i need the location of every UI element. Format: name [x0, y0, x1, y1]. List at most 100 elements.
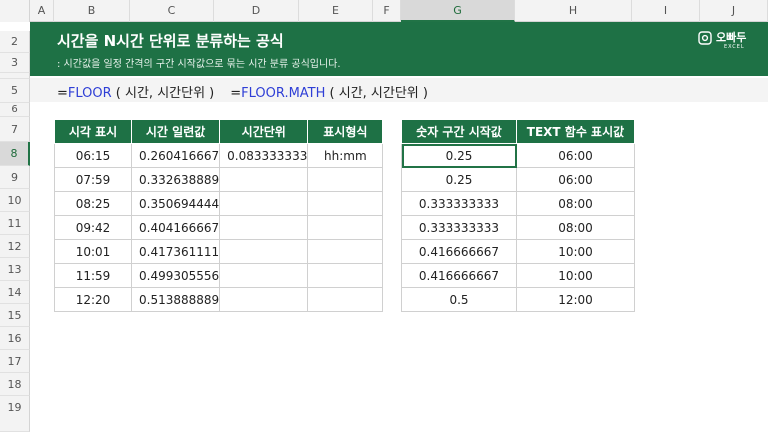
formula1-equals: =	[57, 86, 68, 101]
column-header-a[interactable]: A	[30, 0, 54, 22]
cell-unit[interactable]	[219, 167, 309, 192]
table-row: 09:42 0.404166667	[54, 215, 384, 240]
cell-interval-start[interactable]: 0.5	[401, 287, 517, 312]
row-header-7[interactable]: 7	[0, 117, 30, 142]
table-header-row: 시각 표시 시간 일련값 시간단위 표시형식	[54, 119, 384, 144]
result-table: 숫자 구간 시작값 TEXT 함수 표시값 0.25 06:00 0.25 06…	[401, 119, 635, 312]
page-subtitle: : 시간값을 일정 간격의 구간 시작값으로 묶는 시간 분류 공식입니다.	[57, 59, 341, 70]
formula2-function-name: FLOOR.MATH	[241, 86, 326, 101]
cell-format[interactable]	[307, 239, 384, 264]
table-row: 0.5 12:00	[401, 287, 635, 312]
cell-serial[interactable]: 0.332638889	[130, 167, 221, 192]
column-header-e[interactable]: E	[299, 0, 373, 22]
header-time-serial[interactable]: 시간 일련값	[130, 119, 221, 144]
row-header-3[interactable]: 3	[0, 53, 30, 73]
cell-unit[interactable]	[219, 215, 309, 240]
row-header-10[interactable]: 10	[0, 189, 30, 212]
cell-time[interactable]: 10:01	[54, 239, 132, 264]
row-header-19[interactable]: 19	[0, 396, 30, 432]
table-row: 0.416666667 10:00	[401, 263, 635, 288]
cell-unit[interactable]	[219, 239, 309, 264]
cell-time[interactable]: 07:59	[54, 167, 132, 192]
cell-interval-start-selected[interactable]: 0.25	[401, 143, 517, 168]
row-header-17[interactable]: 17	[0, 350, 30, 373]
cell-unit[interactable]: 0.083333333	[219, 143, 309, 168]
brand-logo: 오빠두 EXCEL	[698, 29, 758, 53]
header-text-display[interactable]: TEXT 함수 표시값	[516, 119, 635, 144]
cell-interval-start[interactable]: 0.333333333	[401, 215, 517, 240]
cell-format[interactable]	[307, 167, 384, 192]
cell-format[interactable]	[307, 263, 384, 288]
cell-format[interactable]	[307, 191, 384, 216]
select-all-corner[interactable]	[0, 0, 30, 22]
cell-text-display[interactable]: 10:00	[516, 239, 635, 264]
cell-serial[interactable]: 0.417361111	[130, 239, 221, 264]
cell-text-display[interactable]: 08:00	[516, 191, 635, 216]
header-time-unit[interactable]: 시간단위	[219, 119, 309, 144]
cell-time[interactable]: 09:42	[54, 215, 132, 240]
cell-time[interactable]: 06:15	[54, 143, 132, 168]
row-header-6[interactable]: 6	[0, 103, 30, 117]
cell-format[interactable]	[307, 287, 384, 312]
row-header-8[interactable]: 8	[0, 142, 30, 166]
row-header-11[interactable]: 11	[0, 212, 30, 235]
table-row: 0.25 06:00	[401, 167, 635, 192]
cell-text-display[interactable]: 10:00	[516, 263, 635, 288]
cell-serial[interactable]: 0.499305556	[130, 263, 221, 288]
column-header-f[interactable]: F	[373, 0, 401, 22]
formula1-arguments: ( 시간, 시간단위 )	[111, 86, 215, 101]
formula2-arguments: ( 시간, 시간단위 )	[325, 86, 428, 101]
column-header-h[interactable]: H	[515, 0, 632, 22]
cell-interval-start[interactable]: 0.25	[401, 167, 517, 192]
cell-unit[interactable]	[219, 263, 309, 288]
header-display-format[interactable]: 표시형식	[307, 119, 384, 144]
cell-time[interactable]: 08:25	[54, 191, 132, 216]
table-row: 06:15 0.260416667 0.083333333 hh:mm	[54, 143, 384, 168]
row-header-5[interactable]: 5	[0, 79, 30, 103]
formula1-function-name: FLOOR	[67, 86, 112, 101]
column-header-g[interactable]: G	[401, 0, 515, 22]
cell-unit[interactable]	[219, 287, 309, 312]
header-time-display[interactable]: 시각 표시	[54, 119, 132, 144]
cell-text-display[interactable]: 12:00	[516, 287, 635, 312]
table-row: 08:25 0.350694444	[54, 191, 384, 216]
row-header-13[interactable]: 13	[0, 258, 30, 281]
cell-format[interactable]: hh:mm	[307, 143, 384, 168]
row-header-15[interactable]: 15	[0, 304, 30, 327]
table-row: 12:20 0.513888889	[54, 287, 384, 312]
column-header-b[interactable]: B	[54, 0, 130, 22]
logo-icon	[698, 31, 712, 45]
column-header-j[interactable]: J	[700, 0, 768, 22]
cell-text-display[interactable]: 08:00	[516, 215, 635, 240]
header-interval-start[interactable]: 숫자 구간 시작값	[401, 119, 517, 144]
column-header-c[interactable]: C	[130, 0, 214, 22]
cell-time[interactable]: 12:20	[54, 287, 132, 312]
cell-time[interactable]: 11:59	[54, 263, 132, 288]
column-header-i[interactable]: I	[632, 0, 700, 22]
row-header-18[interactable]: 18	[0, 373, 30, 396]
row-header-12[interactable]: 12	[0, 235, 30, 258]
table-row: 11:59 0.499305556	[54, 263, 384, 288]
logo-text: 오빠두	[716, 31, 747, 44]
row-header-14[interactable]: 14	[0, 281, 30, 304]
table-row: 07:59 0.332638889	[54, 167, 384, 192]
cell-serial[interactable]: 0.404166667	[130, 215, 221, 240]
cell-interval-start[interactable]: 0.416666667	[401, 239, 517, 264]
cell-format[interactable]	[307, 215, 384, 240]
page-title: 시간을 N시간 단위로 분류하는 공식	[57, 32, 284, 50]
cell-unit[interactable]	[219, 191, 309, 216]
formula2-equals: =	[230, 86, 242, 101]
column-header-d[interactable]: D	[214, 0, 299, 22]
cell-interval-start[interactable]: 0.333333333	[401, 191, 517, 216]
cell-text-display[interactable]: 06:00	[516, 143, 635, 168]
row-header-16[interactable]: 16	[0, 327, 30, 350]
cell-serial[interactable]: 0.260416667	[130, 143, 221, 168]
row-header-2[interactable]: 2	[0, 31, 30, 53]
cell-serial[interactable]: 0.513888889	[130, 287, 221, 312]
cell-serial[interactable]: 0.350694444	[130, 191, 221, 216]
table-row: 0.416666667 10:00	[401, 239, 635, 264]
row-header-9[interactable]: 9	[0, 166, 30, 189]
cell-text-display[interactable]: 06:00	[516, 167, 635, 192]
table-row: 0.333333333 08:00	[401, 215, 635, 240]
cell-interval-start[interactable]: 0.416666667	[401, 263, 517, 288]
